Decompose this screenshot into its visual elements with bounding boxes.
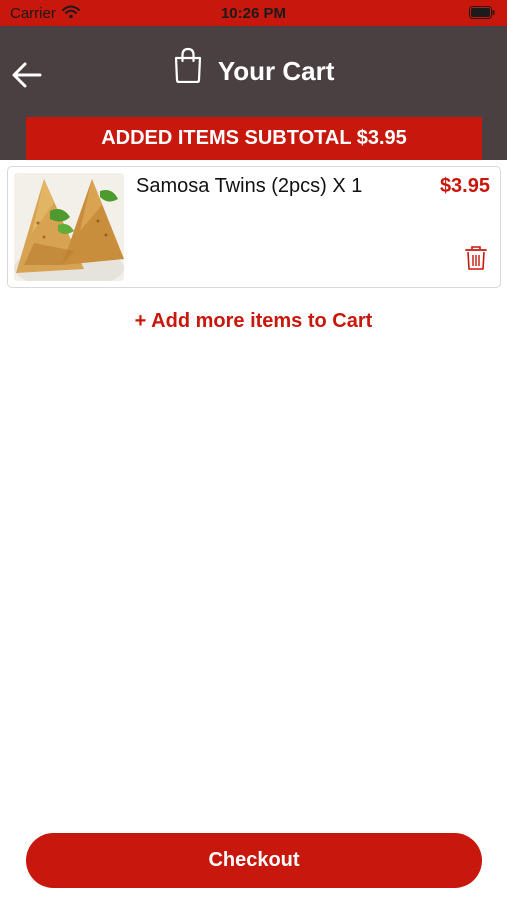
header: Your Cart ADDED ITEMS SUBTOTAL $3.95 bbox=[0, 26, 507, 160]
delete-item-button[interactable] bbox=[464, 245, 488, 271]
page-title: Your Cart bbox=[217, 56, 335, 86]
header-title-group: Your Cart bbox=[0, 47, 507, 86]
battery-icon bbox=[469, 6, 495, 23]
status-time: 10:26 PM bbox=[220, 5, 287, 22]
samosa-image bbox=[14, 173, 124, 281]
add-more-items-link[interactable]: + Add more items to Cart bbox=[0, 310, 507, 333]
subtotal-banner: ADDED ITEMS SUBTOTAL $3.95 bbox=[26, 117, 482, 160]
item-name: Samosa Twins (2pcs) X 1 bbox=[136, 175, 363, 197]
cart-item: Samosa Twins (2pcs) X 1 $3.95 bbox=[7, 166, 501, 288]
trash-icon bbox=[464, 246, 488, 275]
status-bar: Carrier 10:26 PM bbox=[0, 0, 507, 26]
checkout-button[interactable]: Checkout bbox=[26, 833, 482, 888]
shopping-bag-icon bbox=[173, 47, 203, 90]
item-price: $3.95 bbox=[439, 175, 490, 197]
